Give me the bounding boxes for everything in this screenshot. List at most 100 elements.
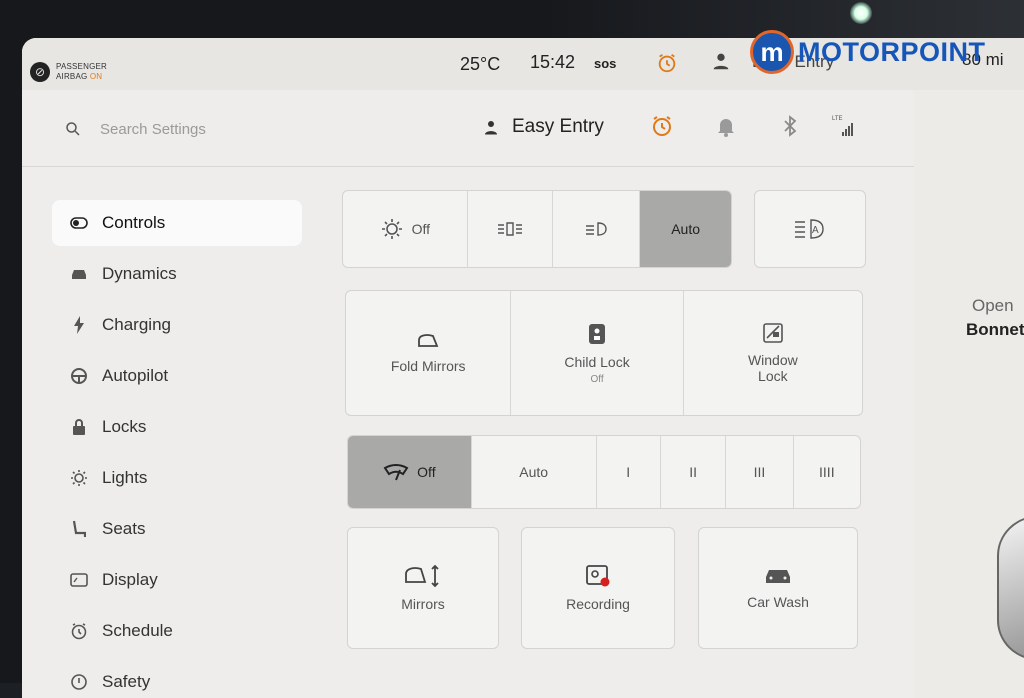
sidebar-item-schedule[interactable]: Schedule: [52, 608, 302, 654]
bluetooth-icon[interactable]: [778, 114, 802, 138]
display-icon: [70, 571, 88, 589]
svg-text:LTE: LTE: [832, 116, 843, 122]
mirrors-button[interactable]: Mirrors: [348, 528, 498, 648]
door-controls-grid: Fold Mirrors Child Lock Off Window Lock: [345, 290, 863, 416]
wiper-selector: Off Auto I II III IIII: [347, 435, 861, 509]
lock-icon: [70, 418, 88, 436]
window-lock-button[interactable]: Window Lock: [684, 291, 862, 415]
mirrors-tile[interactable]: Mirrors: [347, 527, 499, 649]
low-beam-option[interactable]: [553, 191, 641, 267]
wipers-speed-2-label: II: [689, 464, 697, 480]
sidebar-item-dynamics[interactable]: Dynamics: [52, 251, 302, 297]
wipers-speed-3-label: III: [753, 464, 766, 480]
sidebar-item-locks[interactable]: Locks: [52, 404, 302, 450]
search-settings[interactable]: Search Settings: [64, 120, 206, 138]
steering-wheel-icon: [70, 367, 88, 385]
airbag-line1: PASSENGER: [56, 62, 107, 71]
sidebar-item-controls[interactable]: Controls: [52, 200, 302, 246]
lights-off-option[interactable]: Off: [343, 191, 468, 267]
sidebar-item-safety[interactable]: Safety: [52, 659, 302, 698]
bolt-icon: [70, 316, 88, 334]
profile-icon: [485, 121, 497, 135]
auto-high-beam-button[interactable]: A: [754, 190, 866, 268]
fold-mirrors-label: Fold Mirrors: [390, 358, 466, 374]
clock: 15:42: [530, 52, 576, 72]
fold-mirrors-button[interactable]: Fold Mirrors: [346, 291, 512, 415]
wipers-speed-4-label: IIII: [819, 464, 835, 480]
profile-icon[interactable]: [710, 50, 732, 72]
sidebar-item-autopilot[interactable]: Autopilot: [52, 353, 302, 399]
mirror-icon: [418, 334, 439, 347]
wipers-speed-4[interactable]: IIII: [794, 436, 860, 508]
sidebar-item-charging[interactable]: Charging: [52, 302, 302, 348]
auto-high-beam-option[interactable]: A: [755, 191, 865, 267]
wipers-speed-3[interactable]: III: [726, 436, 794, 508]
car-wash-tile[interactable]: Car Wash: [698, 527, 858, 649]
profile-name: Easy Entry: [512, 116, 604, 137]
window-lock-line2: Lock: [758, 368, 788, 384]
motorpoint-logo-text: MOTORPOINT: [798, 36, 986, 67]
airbag-state: ON: [89, 72, 103, 81]
lights-off-label: Off: [411, 221, 431, 237]
wipers-speed-2[interactable]: II: [661, 436, 727, 508]
driver-profile-button[interactable]: Easy Entry: [482, 116, 604, 138]
toggle-icon: [70, 214, 88, 232]
window-lock-text: Window Lock: [748, 352, 798, 384]
airbag-line2: AIRBAG ON: [56, 72, 107, 82]
sidebar-item-label: Display: [102, 570, 158, 589]
headlights-selector: Off Auto: [342, 190, 732, 268]
sidebar-item-label: Autopilot: [102, 366, 169, 385]
sidebar-item-lights[interactable]: Lights: [52, 455, 302, 501]
settings-panel: Search Settings Easy Entry LTE Controls …: [22, 90, 914, 698]
sidebar-item-label: Seats: [102, 519, 146, 538]
recording-tile[interactable]: Recording: [521, 527, 675, 649]
airbag-status-text: PASSENGER AIRBAG ON: [56, 62, 107, 82]
motorpoint-watermark: m MOTORPOINT: [750, 30, 986, 74]
camera-light: [850, 2, 872, 24]
touchscreen: ⊘ PASSENGER AIRBAG ON 25°C 15:42 sos Eas…: [22, 38, 1024, 698]
sun-icon: [381, 219, 402, 239]
passenger-airbag-indicator: ⊘ PASSENGER AIRBAG ON: [30, 62, 107, 82]
airbag-line2-label: AIRBAG: [56, 72, 88, 81]
sidebar-item-label: Schedule: [102, 621, 173, 640]
safety-icon: [70, 673, 88, 691]
wipers-auto-option[interactable]: Auto: [472, 436, 597, 508]
search-input[interactable]: Search Settings: [100, 121, 206, 138]
sun-icon: [70, 469, 88, 487]
recording-label: Recording: [566, 596, 630, 612]
bonnet-label[interactable]: Bonnet: [966, 320, 1024, 340]
svg-text:A: A: [812, 225, 819, 236]
wipers-speed-1[interactable]: I: [597, 436, 661, 508]
recording-button[interactable]: Recording: [522, 528, 674, 648]
child-lock-button[interactable]: Child Lock Off: [511, 291, 684, 415]
sos-button[interactable]: sos: [594, 56, 616, 71]
wipers-speed-1-label: I: [626, 464, 631, 480]
car-wash-label: Car Wash: [747, 594, 809, 610]
sidebar-item-label: Locks: [102, 417, 147, 436]
temperature: 25°C: [460, 54, 501, 74]
open-label[interactable]: Open: [972, 296, 1014, 316]
wipers-off-option[interactable]: Off: [348, 436, 472, 508]
parking-lights-option[interactable]: [468, 191, 554, 267]
wiper-icon: [383, 464, 409, 481]
car-wash-button[interactable]: Car Wash: [699, 528, 857, 648]
car-wash-icon: [766, 570, 790, 583]
lte-signal-icon: LTE: [832, 116, 853, 136]
sidebar-item-label: Controls: [102, 213, 166, 232]
sidebar-item-seats[interactable]: Seats: [52, 506, 302, 552]
clock-icon: [70, 622, 88, 640]
motorpoint-logo-badge: m: [750, 30, 794, 74]
lights-auto-label: Auto: [671, 221, 701, 237]
bell-icon[interactable]: [714, 114, 738, 138]
low-beam-icon: [586, 222, 608, 236]
alarm-clock-icon[interactable]: [656, 52, 678, 74]
seat-icon: [70, 520, 88, 538]
settings-topbar: Search Settings Easy Entry LTE: [22, 90, 914, 167]
car-icon: [70, 265, 88, 283]
sidebar-item-label: Dynamics: [102, 264, 177, 283]
lights-auto-option[interactable]: Auto: [640, 191, 731, 267]
search-icon: [66, 122, 80, 136]
sidebar-item-display[interactable]: Display: [52, 557, 302, 603]
child-lock-status: Off: [590, 373, 604, 385]
alarm-clock-icon[interactable]: [650, 114, 674, 138]
